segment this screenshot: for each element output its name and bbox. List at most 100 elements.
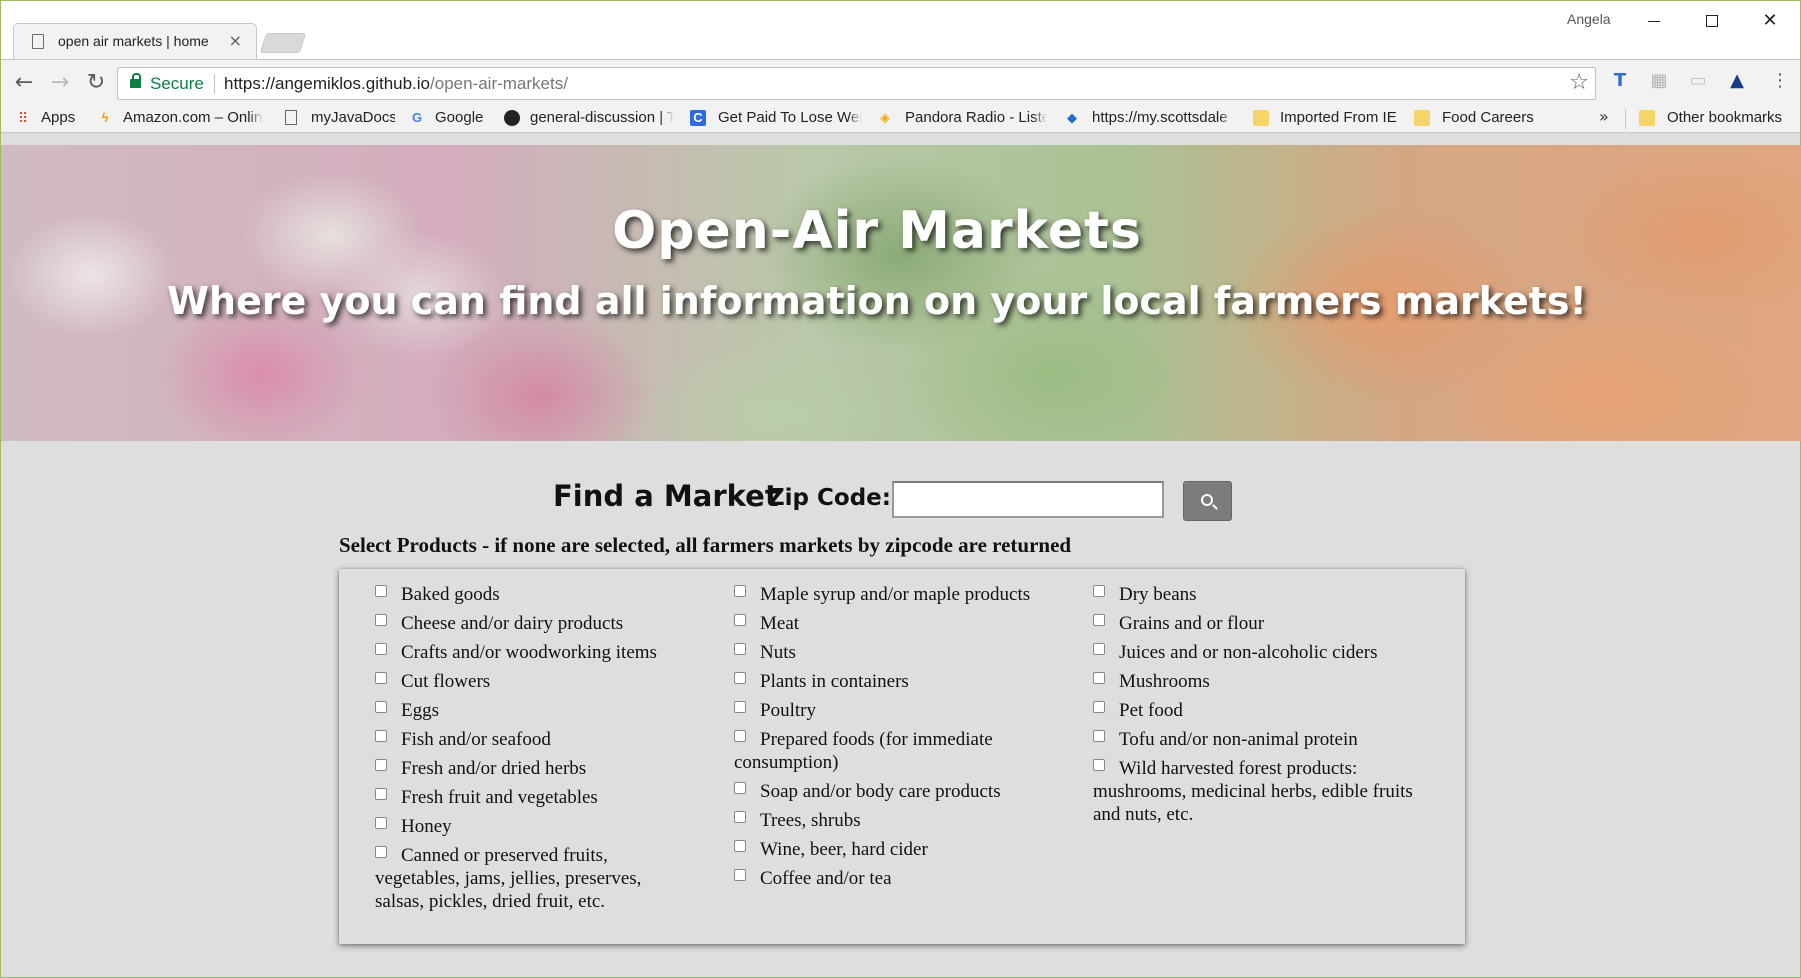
product-checkbox[interactable]	[375, 585, 387, 597]
maximize-button[interactable]	[1689, 7, 1735, 35]
bookmark-imported-from-ie[interactable]: Imported From IE	[1253, 109, 1403, 129]
bookmark-star-icon[interactable]: ☆	[1569, 70, 1589, 95]
product-checkbox[interactable]	[375, 817, 387, 829]
product-label: Nuts	[760, 642, 796, 663]
product-option[interactable]: Crafts and/or woodworking items	[375, 641, 695, 664]
search-button[interactable]	[1183, 481, 1232, 521]
bookmark-google[interactable]: G Google	[409, 109, 489, 129]
product-checkbox[interactable]	[734, 840, 746, 852]
product-option[interactable]: Juices and or non-alcoholic ciders	[1093, 641, 1433, 664]
product-checkbox[interactable]	[734, 672, 746, 684]
extension-t-icon[interactable]: T	[1607, 70, 1633, 96]
product-option[interactable]: Baked goods	[375, 583, 695, 606]
profile-name[interactable]: Angela	[1567, 11, 1611, 27]
bookmark-general-discussion[interactable]: general-discussion | T	[504, 109, 674, 129]
bookmarks-overflow-chevron-icon[interactable]: »	[1599, 107, 1609, 126]
product-option[interactable]: Tofu and/or non-animal protein	[1093, 728, 1433, 751]
bookmark-pandora[interactable]: ◈ Pandora Radio - Liste	[877, 109, 1047, 129]
product-checkbox[interactable]	[1093, 643, 1105, 655]
browser-tab[interactable]: open air markets | home ×	[13, 23, 257, 59]
url-text[interactable]: https://angemiklos.github.io/open-air-ma…	[224, 74, 568, 94]
product-checkbox[interactable]	[1093, 672, 1105, 684]
extension-pdf-icon[interactable]: ▦	[1646, 70, 1672, 96]
product-option[interactable]: Grains and or flour	[1093, 612, 1433, 635]
product-checkbox[interactable]	[1093, 701, 1105, 713]
products-column-1: Baked goods Cheese and/or dairy products C…	[375, 583, 695, 919]
product-checkbox[interactable]	[734, 585, 746, 597]
bookmark-scottsdale[interactable]: ◆ https://my.scottsdale	[1064, 109, 1234, 129]
minimize-button[interactable]	[1631, 7, 1677, 35]
product-checkbox[interactable]	[375, 846, 387, 858]
product-option[interactable]: Nuts	[734, 641, 1054, 664]
product-checkbox[interactable]	[375, 643, 387, 655]
product-option[interactable]: Dry beans	[1093, 583, 1433, 606]
product-option[interactable]: Prepared foods (for immediate consumptio…	[734, 728, 1054, 774]
product-option[interactable]: Pet food	[1093, 699, 1433, 722]
address-bar[interactable]: Secure https://angemiklos.github.io/open…	[117, 67, 1596, 100]
apps-grid-icon: ⠿	[17, 110, 29, 126]
product-label: Wine, beer, hard cider	[760, 839, 928, 860]
bookmark-label: myJavaDocs	[311, 109, 395, 126]
product-checkbox[interactable]	[734, 730, 746, 742]
product-option[interactable]: Plants in containers	[734, 670, 1054, 693]
product-option[interactable]: Fresh and/or dried herbs	[375, 757, 695, 780]
product-checkbox[interactable]	[734, 811, 746, 823]
extension-cast-icon[interactable]: ▭	[1685, 70, 1711, 96]
bookmark-food-careers[interactable]: Food Careers	[1414, 109, 1544, 129]
close-window-button[interactable]: ✕	[1747, 7, 1793, 35]
menu-kebab-icon[interactable]: ⋮	[1767, 70, 1793, 96]
product-option[interactable]: Fish and/or seafood	[375, 728, 695, 751]
tab-close-icon[interactable]: ×	[229, 31, 242, 50]
bookmark-myjavadocs[interactable]: myJavaDocs	[285, 109, 395, 129]
product-checkbox[interactable]	[734, 701, 746, 713]
product-checkbox[interactable]	[734, 869, 746, 881]
product-option[interactable]: Wine, beer, hard cider	[734, 838, 1054, 861]
product-checkbox[interactable]	[375, 759, 387, 771]
product-option[interactable]: Wild harvested forest products: mushroom…	[1093, 757, 1433, 826]
bookmark-get-paid[interactable]: C Get Paid To Lose Weig	[690, 109, 862, 129]
product-checkbox[interactable]	[1093, 759, 1105, 771]
bookmark-apps[interactable]: ⠿ Apps	[15, 109, 77, 129]
back-button[interactable]: ←	[9, 68, 39, 98]
product-option[interactable]: Eggs	[375, 699, 695, 722]
product-label: Soap and/or body care products	[760, 781, 1001, 802]
title-bar: open air markets | home × Angela ✕	[1, 1, 1800, 59]
reload-button[interactable]: ↻	[81, 68, 111, 98]
product-option[interactable]: Canned or preserved fruits, vegetables, …	[375, 844, 695, 913]
extension-drive-icon[interactable]: ▲	[1724, 70, 1750, 96]
lock-icon	[130, 73, 141, 88]
secure-label: Secure	[150, 74, 204, 93]
product-option[interactable]: Coffee and/or tea	[734, 867, 1054, 890]
product-checkbox[interactable]	[1093, 585, 1105, 597]
product-option[interactable]: Poultry	[734, 699, 1054, 722]
page-subtitle: Where you can find all information on yo…	[167, 279, 1587, 323]
bookmark-amazon[interactable]: ϟ Amazon.com – Online	[97, 109, 263, 129]
product-label: Coffee and/or tea	[760, 868, 892, 889]
other-bookmarks[interactable]: Other bookmarks	[1639, 109, 1799, 129]
product-option[interactable]: Mushrooms	[1093, 670, 1433, 693]
product-option[interactable]: Meat	[734, 612, 1054, 635]
product-checkbox[interactable]	[734, 643, 746, 655]
product-option[interactable]: Honey	[375, 815, 695, 838]
product-checkbox[interactable]	[375, 701, 387, 713]
bookmark-label: Google	[435, 109, 484, 126]
product-option[interactable]: Soap and/or body care products	[734, 780, 1054, 803]
product-option[interactable]: Cheese and/or dairy products	[375, 612, 695, 635]
product-option[interactable]: Maple syrup and/or maple products	[734, 583, 1054, 606]
product-checkbox[interactable]	[375, 614, 387, 626]
product-checkbox[interactable]	[734, 782, 746, 794]
product-checkbox[interactable]	[375, 788, 387, 800]
fade	[660, 109, 674, 129]
product-option[interactable]: Trees, shrubs	[734, 809, 1054, 832]
minimize-icon	[1648, 20, 1660, 22]
product-option[interactable]: Fresh fruit and vegetables	[375, 786, 695, 809]
product-checkbox[interactable]	[375, 730, 387, 742]
product-option[interactable]: Cut flowers	[375, 670, 695, 693]
product-checkbox[interactable]	[1093, 730, 1105, 742]
zip-code-input[interactable]	[892, 481, 1164, 518]
product-checkbox[interactable]	[375, 672, 387, 684]
new-tab-button[interactable]	[259, 33, 307, 53]
product-checkbox[interactable]	[1093, 614, 1105, 626]
product-checkbox[interactable]	[734, 614, 746, 626]
forward-button[interactable]: →	[45, 68, 75, 98]
